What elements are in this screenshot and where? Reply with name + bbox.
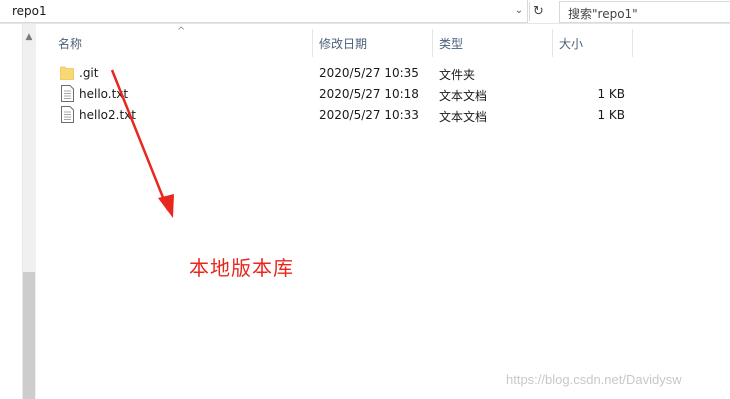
file-modified: 2020/5/27 10:35 [319,66,419,80]
column-header-type-label: 类型 [439,36,464,51]
column-header-type[interactable]: 类型 [439,29,551,57]
column-divider[interactable] [632,29,633,57]
file-name: .git [79,66,99,80]
address-bar-row: repo1 ⌄ ↻ 搜索"repo1" [0,0,730,24]
search-placeholder: 搜索"repo1" [568,7,638,21]
column-header-size-label: 大小 [559,36,584,51]
column-header-name-label: 名称 [58,36,83,51]
column-header-size[interactable]: 大小 [559,29,631,57]
annotation-arrow [110,69,174,218]
scrollbar-thumb[interactable] [23,272,35,399]
file-type: 文本文档 [439,110,488,124]
file-size: 1 KB [597,87,625,101]
file-modified: 2020/5/27 10:33 [319,108,419,122]
file-size: 1 KB [597,108,625,122]
column-divider[interactable] [432,29,433,57]
file-type: 文本文档 [439,89,488,103]
address-bar[interactable]: repo1 ⌄ [0,0,528,23]
text-file-icon [61,85,74,102]
column-header-modified-label: 修改日期 [319,36,368,51]
watermark-text: https://blog.csdn.net/Davidysw [506,372,682,387]
address-path[interactable]: repo1 [12,4,47,18]
search-input[interactable]: 搜索"repo1" [559,1,730,23]
refresh-button[interactable]: ↻ [529,2,547,21]
file-modified: 2020/5/27 10:18 [319,87,419,101]
column-divider[interactable] [552,29,553,57]
text-file-icon [61,106,74,123]
column-divider[interactable] [312,29,313,57]
chevron-down-icon[interactable]: ⌄ [511,3,527,19]
folder-icon [60,66,74,80]
file-type: 文件夹 [439,68,476,82]
annotation-label: 本地版本库 [189,256,294,280]
column-header-modified[interactable]: 修改日期 [319,29,431,57]
scroll-up-icon[interactable]: ▲ [22,30,36,44]
column-header-name[interactable]: 名称 [58,29,312,57]
